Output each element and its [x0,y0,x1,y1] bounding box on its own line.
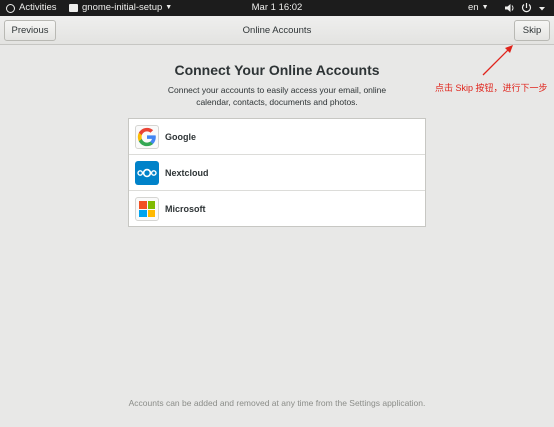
volume-icon [505,4,514,12]
system-menu[interactable] [504,0,550,16]
microsoft-icon [135,197,159,221]
footer-note: Accounts can be added and removed at any… [128,398,426,408]
main-heading: Connect Your Online Accounts [174,62,380,78]
app-menu[interactable]: gnome-initial-setup ▼ [69,0,172,16]
app-window-icon [69,4,78,12]
account-label: Nextcloud [165,168,209,178]
account-label: Microsoft [165,204,206,214]
account-row-nextcloud[interactable]: Nextcloud [129,155,425,191]
page-title: Online Accounts [0,16,554,45]
nextcloud-icon [135,161,159,185]
activities-logo-icon [6,3,15,13]
system-tray-icons [505,3,545,13]
previous-button[interactable]: Previous [4,20,56,41]
chevron-down-icon: ▼ [481,4,489,11]
main-description: Connect your accounts to easily access y… [167,85,387,107]
clock-label[interactable]: Mar 1 16:02 [252,0,303,16]
activities-label: Activities [19,2,57,13]
annotation-arrow-icon [482,45,513,76]
activities-button[interactable]: Activities [6,0,56,16]
top-bar: Activities gnome-initial-setup ▼ Mar 1 1… [0,0,554,16]
account-row-microsoft[interactable]: Microsoft [129,191,425,227]
language-label: en [468,2,479,13]
google-icon [135,125,159,149]
power-icon [521,3,532,13]
accounts-list: Google Nextcloud Microsoft [128,118,426,227]
language-menu[interactable]: en ▼ [468,0,489,16]
header-bar: Online Accounts Previous Skip [0,16,554,45]
account-row-google[interactable]: Google [129,119,425,155]
chevron-down-icon [539,7,545,11]
chevron-down-icon: ▼ [165,4,173,11]
account-label: Google [165,132,196,142]
page-title-label: Online Accounts [242,25,312,36]
annotation-text: 点击 Skip 按钮，进行下一步 [435,83,548,93]
skip-button[interactable]: Skip [514,20,550,41]
app-menu-label: gnome-initial-setup [82,2,163,13]
